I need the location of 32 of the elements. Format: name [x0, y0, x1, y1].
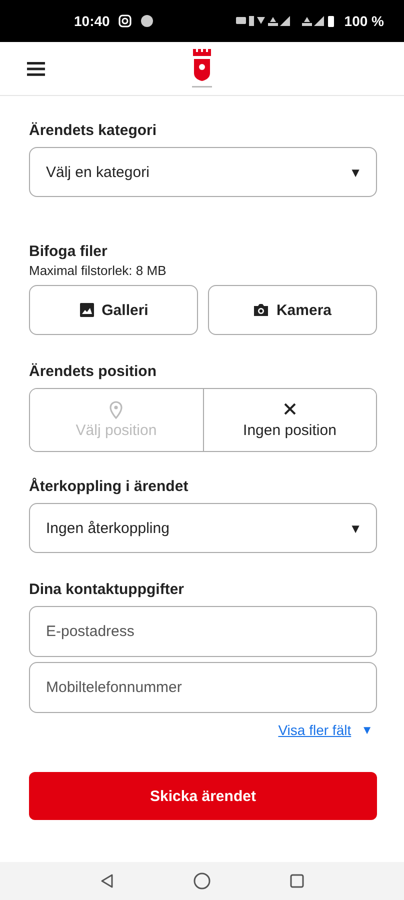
submit-button[interactable]: Skicka ärendet [29, 772, 377, 820]
field-label: Bifoga filer [29, 243, 108, 260]
phone-field[interactable]: Mobiltelefonnummer [29, 662, 377, 713]
dropdown-arrow: ▼ [349, 164, 362, 180]
show-more-link[interactable]: Visa fler fält [278, 722, 352, 738]
location-pin-icon [109, 401, 124, 419]
home-icon[interactable] [193, 872, 211, 890]
dropdown-arrow: ▼ [349, 520, 362, 536]
feedback-dropdown[interactable]: Ingen återkoppling ▼ [29, 503, 377, 553]
menu-icon[interactable] [27, 62, 45, 76]
recents-icon[interactable] [289, 873, 305, 889]
camera-icon [253, 302, 270, 318]
back-icon[interactable] [99, 873, 115, 889]
circle-icon [140, 14, 154, 28]
email-field[interactable]: E-postadress [29, 606, 377, 657]
field-label: Återkoppling i ärendet [29, 478, 190, 495]
category-dropdown[interactable]: Välj en kategori ▼ [29, 147, 377, 197]
field-label: Dina kontaktuppgifter [29, 581, 186, 598]
select-value: Ingen återkoppling [46, 520, 170, 536]
select-value: Välj en kategori [46, 164, 150, 180]
instagram-icon [118, 14, 132, 28]
signal-icon [302, 14, 336, 28]
gallery-button[interactable]: Galleri [29, 285, 198, 335]
position-option[interactable]: Ingen position [202, 389, 376, 451]
battery-level: 100 % [344, 13, 384, 29]
field-label: Ärendets kategori [29, 122, 158, 139]
field-label: Ärendets position [29, 363, 158, 380]
camera-button[interactable]: Kamera [208, 285, 377, 335]
image-icon [78, 302, 95, 318]
expand-arrow[interactable]: ▼ [361, 723, 373, 737]
status-time: 10:40 [74, 13, 110, 29]
file-size-hint: Maximal filstorlek: 8 MB [29, 263, 168, 278]
